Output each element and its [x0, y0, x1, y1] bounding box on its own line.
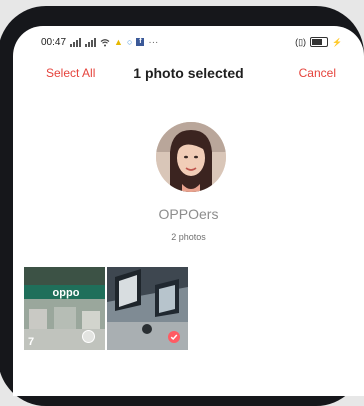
app-notification-icon: ▲ [114, 37, 123, 47]
signal-icon [70, 37, 82, 47]
signal-icon-2 [85, 37, 97, 47]
selection-header: Select All 1 photo selected Cancel [13, 62, 364, 86]
charging-icon: ⚡ [332, 37, 342, 47]
store-sign-text: oppo [53, 287, 80, 299]
cancel-button[interactable]: Cancel [299, 66, 336, 80]
more-notifications-icon: ··· [148, 36, 159, 48]
circle-notification-icon: ○ [126, 37, 133, 47]
album-avatar[interactable] [156, 122, 226, 192]
wifi-icon [100, 38, 110, 46]
vibrate-icon: (▯) [295, 36, 307, 47]
album-name: OPPOers [158, 206, 219, 222]
album-photo-count: 2 photos [171, 232, 206, 242]
photo-thumbnail-2[interactable] [107, 267, 188, 350]
facebook-icon: f [136, 38, 145, 46]
avatar-photo [156, 122, 226, 192]
photo-grid: oppo 7 [24, 267, 188, 350]
selected-checkmark-icon[interactable] [168, 331, 180, 343]
unselected-checkbox[interactable] [82, 330, 95, 343]
partial-digit: 7 [28, 336, 35, 348]
screen: 00:47 ▲ ○ f ··· (▯) ⚡ Select All 1 photo… [13, 26, 364, 396]
battery-icon [310, 37, 329, 47]
photo-thumbnail-1[interactable]: oppo 7 [24, 267, 105, 350]
status-time: 00:47 [41, 36, 67, 48]
status-bar: 00:47 ▲ ○ f ··· (▯) ⚡ [41, 34, 342, 50]
